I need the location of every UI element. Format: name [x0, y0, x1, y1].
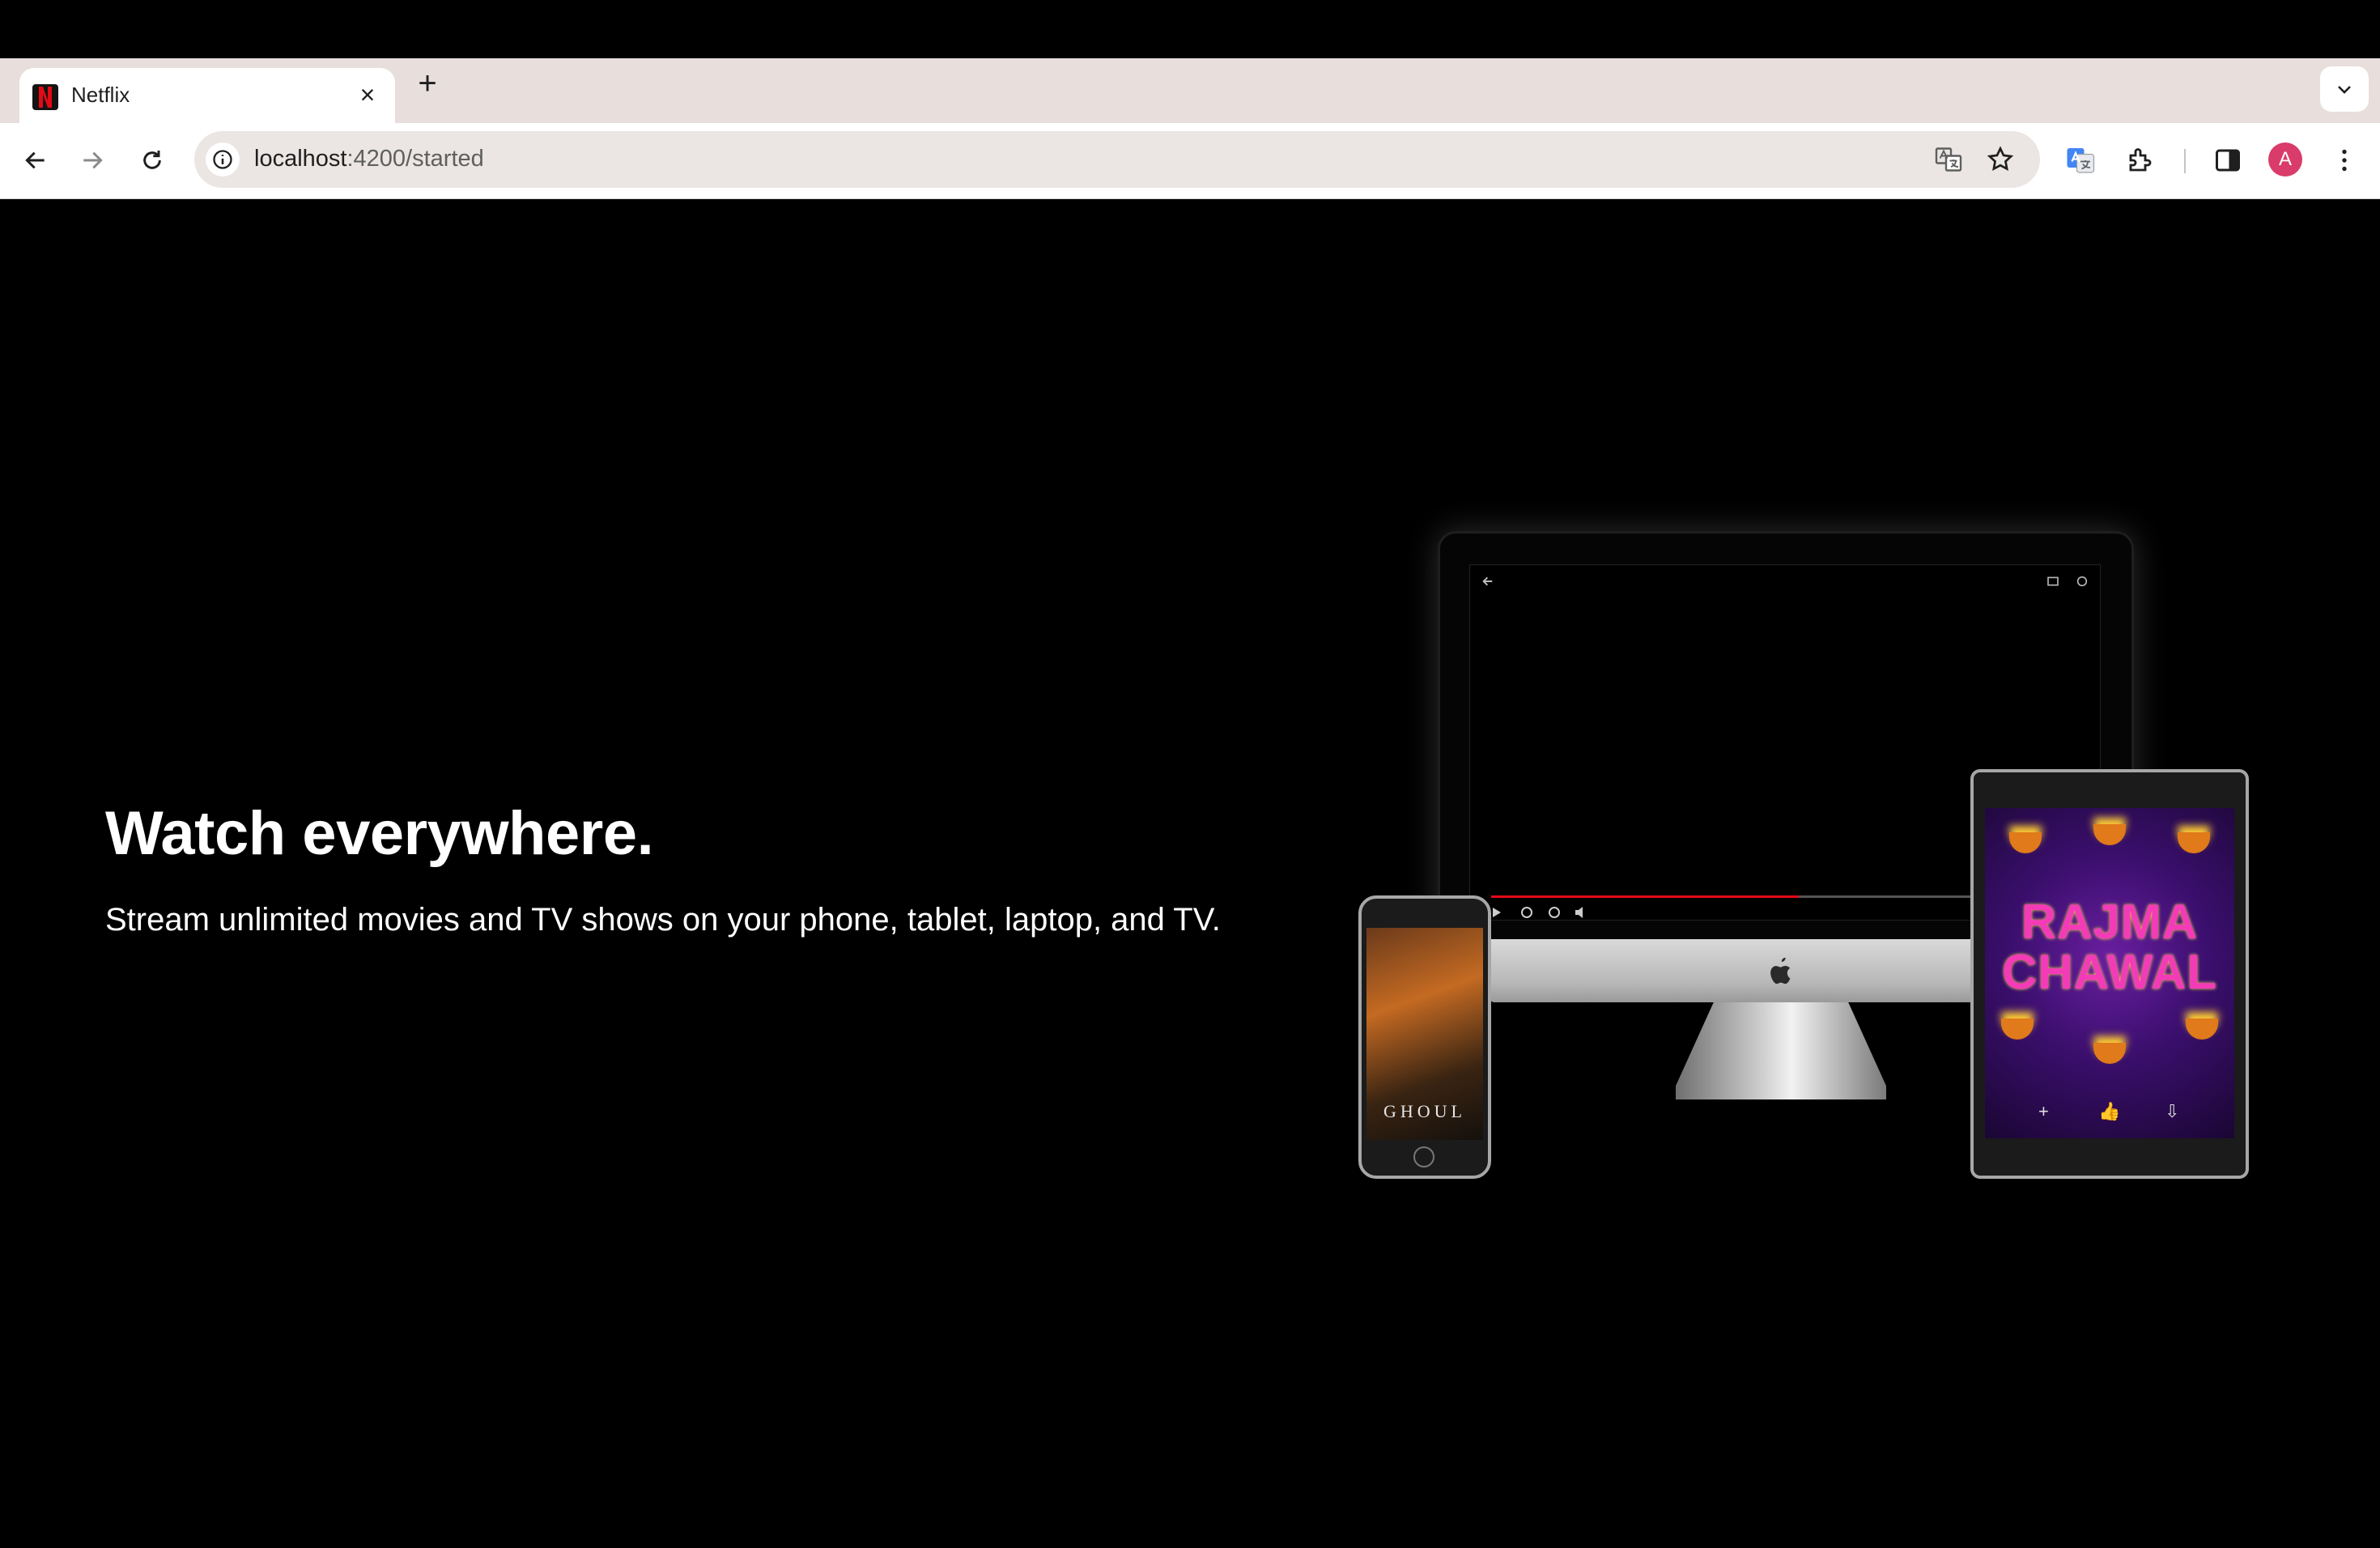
- url-path: :4200/started: [346, 146, 484, 172]
- tab-strip: Netflix × +: [0, 58, 2380, 123]
- diya-decoration: [2001, 1019, 2034, 1040]
- diya-decoration: [2178, 832, 2210, 853]
- page-subtitle: Stream unlimited movies and TV shows on …: [105, 902, 1221, 938]
- download-icon: ⇩: [2165, 1101, 2180, 1121]
- back-button[interactable]: [16, 141, 55, 180]
- diya-decoration: [2093, 1043, 2126, 1064]
- new-tab-button[interactable]: +: [411, 67, 444, 100]
- player-progress-fill: [1491, 895, 1799, 898]
- diya-decoration: [2186, 1019, 2218, 1040]
- page-title: Watch everywhere.: [105, 799, 654, 868]
- player-settings-icon: [2076, 576, 2088, 587]
- os-menu-bar: [0, 0, 2380, 58]
- imac-stand: [1676, 1002, 1886, 1099]
- info-icon: [213, 150, 232, 169]
- apple-logo-icon: [1770, 957, 1791, 985]
- player-back-icon: [1482, 576, 1493, 586]
- url-text[interactable]: localhost:4200/started: [254, 146, 484, 172]
- site-info-button[interactable]: [206, 142, 240, 176]
- tablet-poster-title: RAJMA CHAWAL: [2002, 895, 2217, 999]
- tab-search-button[interactable]: [2320, 66, 2369, 112]
- more-icon: [2342, 149, 2347, 172]
- extensions-button[interactable]: [2121, 141, 2160, 180]
- side-panel-button[interactable]: [2208, 141, 2247, 180]
- star-icon: [1987, 146, 2014, 172]
- diya-decoration: [2009, 832, 2042, 853]
- browser-toolbar: localhost:4200/started A: [0, 123, 2380, 199]
- devices-illustration: GHOUL RAJMA CHAWAL + 👍 ⇩: [1344, 523, 2267, 1235]
- tablet-poster: RAJMA CHAWAL + 👍 ⇩: [1985, 808, 2234, 1138]
- reload-icon: [143, 151, 161, 169]
- phone-poster-title: GHOUL: [1383, 1101, 1466, 1121]
- page-content: Watch everywhere. Stream unlimited movie…: [0, 199, 2380, 1548]
- tablet-controls: + 👍 ⇩: [1985, 1101, 2234, 1125]
- player-cast-icon: [2047, 576, 2059, 586]
- phone-device: GHOUL: [1358, 895, 1491, 1179]
- browser-tab[interactable]: Netflix ×: [19, 68, 395, 123]
- translate-icon: [1935, 147, 1962, 172]
- bookmark-button[interactable]: [1983, 142, 2017, 176]
- google-translate-icon: [2067, 148, 2095, 173]
- tablet-device: RAJMA CHAWAL + 👍 ⇩: [1970, 769, 2249, 1179]
- more-menu-button[interactable]: [2325, 141, 2364, 180]
- extensions-icon: [2129, 148, 2152, 172]
- chevron-down-icon: [2338, 86, 2351, 94]
- close-icon[interactable]: ×: [353, 81, 382, 110]
- reload-button[interactable]: [133, 141, 172, 180]
- url-host: localhost: [254, 146, 347, 172]
- diya-decoration: [2093, 824, 2126, 845]
- google-translate-extension[interactable]: [2061, 141, 2100, 180]
- profile-avatar[interactable]: A: [2268, 142, 2302, 176]
- toolbar-divider: [2184, 149, 2186, 173]
- add-icon: +: [2038, 1101, 2049, 1121]
- phone-home-button: [1413, 1146, 1434, 1167]
- side-panel-icon: [2216, 149, 2240, 172]
- forward-icon: [83, 151, 103, 169]
- forward-button[interactable]: [73, 141, 112, 180]
- player-controls-icon: [1493, 907, 1583, 918]
- tab-title: Netflix: [71, 83, 130, 107]
- translate-button[interactable]: [1932, 142, 1966, 176]
- back-icon: [25, 151, 45, 169]
- phone-poster: GHOUL: [1366, 928, 1483, 1140]
- netflix-favicon-icon: [32, 84, 58, 110]
- address-bar[interactable]: localhost:4200/started: [194, 131, 2040, 188]
- thumbs-up-icon: 👍: [2098, 1101, 2121, 1121]
